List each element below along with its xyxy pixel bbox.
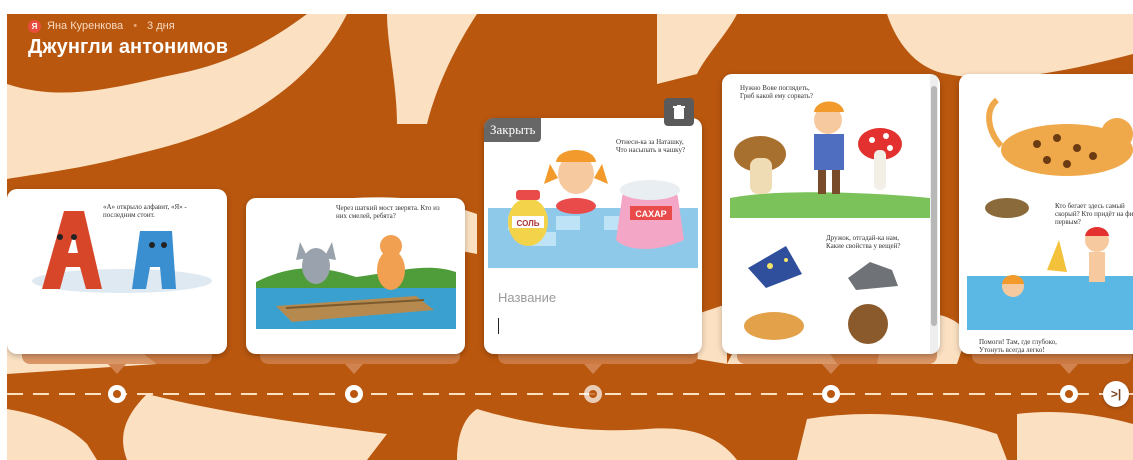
author-row: Я Яна Куренкова • 3 дня: [28, 18, 228, 34]
story-card-3-editing[interactable]: Отнеси-ка за Наташку, Что насыпать в чаш…: [484, 118, 702, 354]
separator-dot: •: [133, 20, 138, 32]
story-card-5[interactable]: Кто бегает здесь самый скорый? Кто придё…: [959, 74, 1133, 354]
mushroom-objects-illustration: [730, 101, 930, 344]
duration-label: 3 дня: [147, 20, 175, 32]
card-pointer: [1060, 364, 1078, 374]
card-caption: Через шаткий мост зверята. Кто из них см…: [336, 204, 440, 220]
timeline-node-dot: [350, 390, 358, 398]
author-name[interactable]: Яна Куренкова: [47, 20, 123, 32]
page-title: Джунгли антонимов: [28, 36, 229, 58]
timeline-node-3[interactable]: [584, 385, 602, 403]
skip-to-end-button[interactable]: >|: [1103, 381, 1129, 407]
story-card-4[interactable]: Нужно Вове поглядеть, Гриб какой ему сор…: [722, 74, 940, 354]
title-input-placeholder[interactable]: Название: [498, 290, 556, 305]
page-header: Я Яна Куренкова • 3 дня Джунгли антонимо…: [28, 18, 228, 59]
story-card-2[interactable]: Через шаткий мост зверята. Кто из них см…: [246, 198, 465, 354]
story-stage: Я Яна Куренкова • 3 дня Джунгли антонимо…: [7, 14, 1133, 460]
timeline-node-4[interactable]: [822, 385, 840, 403]
close-button[interactable]: Закрыть: [484, 118, 542, 142]
text-caret: [498, 318, 499, 334]
card-pointer: [822, 364, 840, 374]
timeline-node-dot: [589, 390, 597, 398]
card-pointer: [345, 364, 363, 374]
timeline-line: [7, 393, 1133, 395]
bridge-illustration: [256, 235, 456, 329]
trash-icon: [673, 105, 685, 119]
salt-label: СОЛЬ: [517, 219, 540, 228]
salt-sugar-illustration: СОЛЬ САХАР: [488, 150, 698, 268]
sugar-label: САХАР: [635, 209, 666, 219]
card-caption-bottom: Помоги! Там, где глубоко, Утонуть всегда…: [979, 338, 1057, 354]
timeline-node-1[interactable]: [108, 385, 126, 403]
story-card-1[interactable]: «А» открыло алфавит, «Я» - последним сто…: [7, 189, 227, 354]
delete-button[interactable]: [664, 98, 694, 126]
timeline-node-5[interactable]: [1060, 385, 1078, 403]
leopard-swimmers-illustration: [967, 97, 1133, 330]
timeline-node-dot: [827, 390, 835, 398]
timeline-node-dot: [113, 390, 121, 398]
scrollbar-thumb[interactable]: [931, 86, 937, 326]
timeline-node-2[interactable]: [345, 385, 363, 403]
card-pointer: [108, 364, 126, 374]
card-pointer: [584, 364, 602, 374]
avatar[interactable]: Я: [28, 19, 41, 33]
timeline-node-dot: [1065, 390, 1073, 398]
letters-illustration: [32, 211, 212, 293]
